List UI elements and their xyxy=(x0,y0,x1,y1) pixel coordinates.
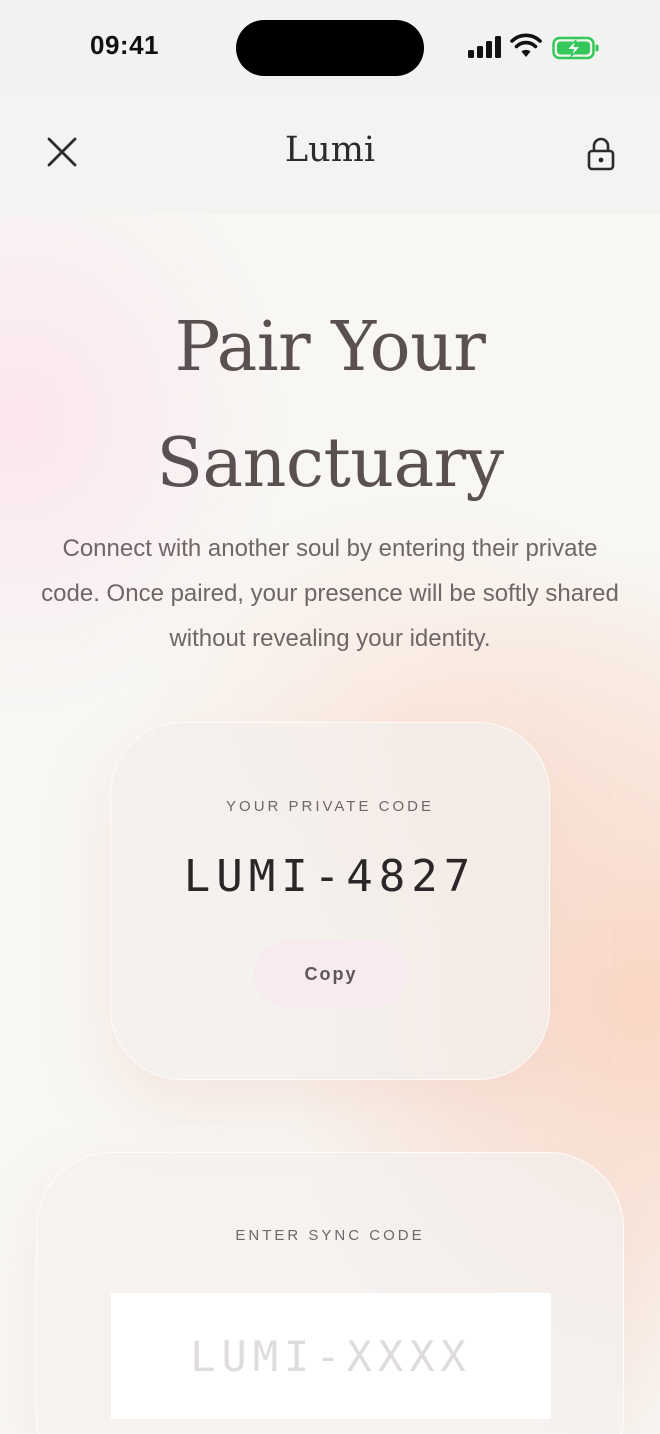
page-title-line-2: Sanctuary xyxy=(156,424,504,503)
dynamic-island xyxy=(236,20,424,76)
private-code-label: YOUR PRIVATE CODE xyxy=(226,798,434,815)
cellular-signal-icon xyxy=(468,36,502,58)
page-title-line-1: Pair Your xyxy=(174,308,486,387)
sync-code-label: ENTER SYNC CODE xyxy=(235,1227,425,1244)
app-title: Lumi xyxy=(284,130,376,170)
lock-icon[interactable] xyxy=(586,136,616,172)
private-code-value: LUMI-4827 xyxy=(183,851,477,902)
copy-button[interactable]: Copy xyxy=(254,941,408,1007)
wifi-icon xyxy=(510,33,542,57)
page-title: Pair Your Sanctuary xyxy=(0,290,660,522)
status-bar: 09:41 xyxy=(0,0,660,96)
page-description: Connect with another soul by entering th… xyxy=(41,535,619,652)
status-time: 09:41 xyxy=(90,30,159,60)
private-code-card: YOUR PRIVATE CODE LUMI-4827 Copy xyxy=(110,722,550,1080)
sync-code-input[interactable] xyxy=(111,1293,551,1419)
sync-code-card: ENTER SYNC CODE xyxy=(36,1152,624,1434)
battery-charging-icon xyxy=(552,36,599,60)
app-header: Lumi xyxy=(0,96,660,214)
